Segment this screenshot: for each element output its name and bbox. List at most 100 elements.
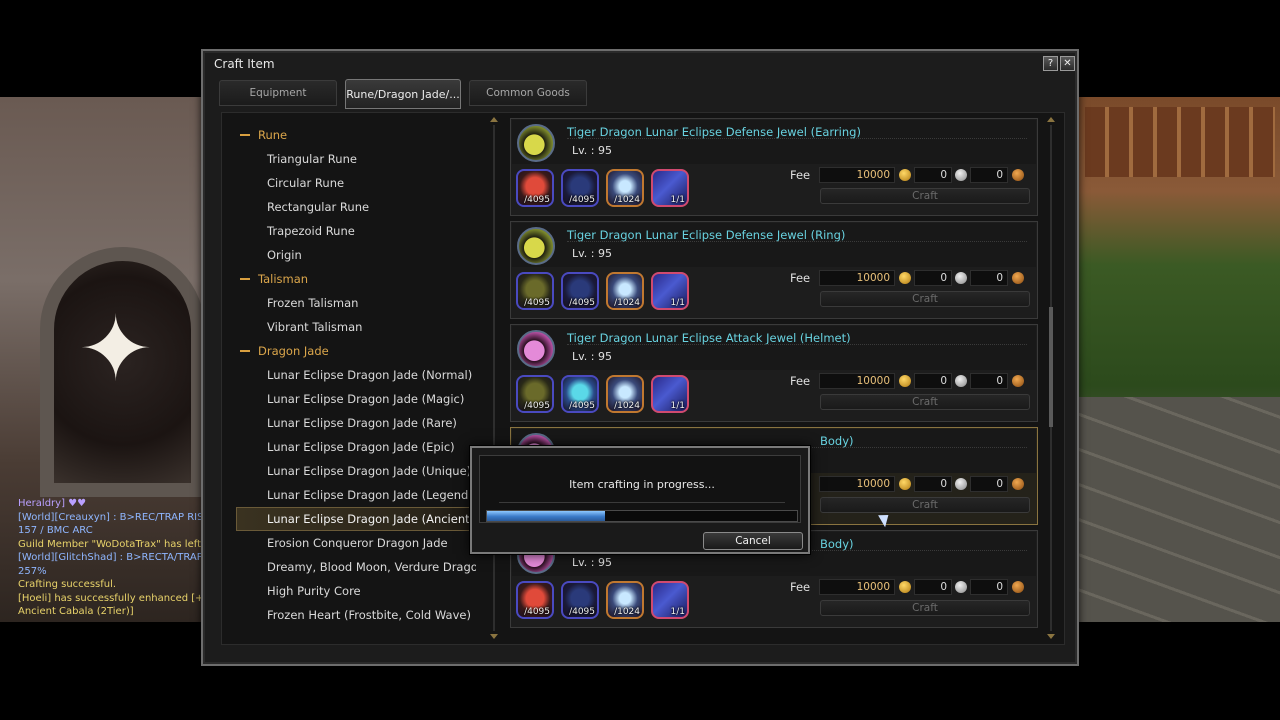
material-quantity: /4095 [524,607,550,617]
recipe-header: Tiger Dragon Lunar Eclipse Defense Jewel… [512,120,1036,164]
tab-equipment[interactable]: Equipment [219,80,337,106]
chat-line: 157 / BMC ARC [18,525,93,536]
craft-button[interactable]: Craft [820,188,1030,204]
scroll-thumb[interactable] [1049,307,1053,427]
list-item[interactable]: Erosion Conqueror Dragon Jade [236,531,476,555]
chat-line: Crafting successful. [18,579,117,590]
list-item[interactable]: Vibrant Talisman [236,315,476,339]
fee-bronze-value: 0 [970,373,1008,389]
list-item-selected[interactable]: Lunar Eclipse Dragon Jade (Ancient) [236,507,476,531]
divider [499,502,785,503]
fee-label: Fee [790,374,811,388]
list-item[interactable]: Lunar Eclipse Dragon Jade (Normal) [236,363,476,387]
fee-silver-value: 0 [914,476,952,492]
collapse-dash-icon [240,134,250,136]
category-rune[interactable]: Rune [236,123,476,147]
recipe-level: Lv. : 95 [572,144,612,157]
gold-coin-icon [899,375,911,387]
list-item[interactable]: Lunar Eclipse Dragon Jade (Epic) [236,435,476,459]
fee-label: Fee [790,271,811,285]
category-talisman[interactable]: Talisman [236,267,476,291]
material-slot[interactable]: 1/1 [651,272,689,310]
scroll-down-icon[interactable] [490,634,498,639]
material-slot[interactable]: /1024 [606,272,644,310]
list-item[interactable]: Lunar Eclipse Dragon Jade (Unique) [236,459,476,483]
list-item[interactable]: Lunar Eclipse Dragon Jade (Magic) [236,387,476,411]
pink-moon-icon[interactable] [517,330,555,368]
recipe-card[interactable]: Tiger Dragon Lunar Eclipse Defense Jewel… [510,221,1038,319]
material-slot[interactable]: /1024 [606,169,644,207]
list-item[interactable]: Trapezoid Rune [236,219,476,243]
list-item[interactable]: Lunar Eclipse Dragon Jade (Rare) [236,411,476,435]
material-quantity: 1/1 [670,401,685,411]
yellow-moon-icon[interactable] [517,124,555,162]
material-slot[interactable]: /4095 [561,375,599,413]
yellow-moon-icon[interactable] [517,227,555,265]
tab-common-goods[interactable]: Common Goods [469,80,587,106]
tab-rune-dragon-jade[interactable]: Rune/Dragon Jade/... [345,79,461,109]
craft-button[interactable]: Craft [820,497,1030,513]
list-item[interactable]: Origin [236,243,476,267]
craft-button[interactable]: Craft [820,394,1030,410]
fee-bronze-value: 0 [970,579,1008,595]
list-item[interactable]: Frozen Heart (Frostbite, Cold Wave) [236,603,476,627]
material-slot[interactable]: /1024 [606,375,644,413]
material-slot[interactable]: 1/1 [651,581,689,619]
cancel-button[interactable]: Cancel [703,532,803,550]
category-label: Rune [258,128,288,142]
fee-gold-value: 10000 [819,476,895,492]
material-slot[interactable]: /1024 [606,581,644,619]
progress-bar [486,510,798,522]
collapse-dash-icon [240,278,250,280]
bronze-coin-icon [1012,375,1024,387]
category-scrollbar[interactable] [489,117,499,639]
list-item[interactable]: High Purity Core [236,579,476,603]
gold-coin-icon [899,581,911,593]
silver-coin-icon [955,375,967,387]
close-button[interactable]: ✕ [1060,56,1075,71]
list-item[interactable]: Dreamy, Blood Moon, Verdure Drago... [236,555,476,579]
divider [567,241,1027,242]
list-item[interactable]: Lunar Eclipse Dragon Jade (Legend) [236,483,476,507]
chat-line: Ancient Cabala (2Tier)] [18,606,134,617]
scroll-up-icon[interactable] [490,117,498,122]
category-label: Dragon Jade [258,344,329,358]
craft-button[interactable]: Craft [820,600,1030,616]
silver-coin-icon [955,478,967,490]
window-title: Craft Item [214,57,275,71]
help-button[interactable]: ? [1043,56,1058,71]
material-quantity: /4095 [569,195,595,205]
material-slot[interactable]: 1/1 [651,375,689,413]
scroll-down-icon[interactable] [1047,634,1055,639]
scene-right-village [1075,97,1280,622]
category-dragon-jade[interactable]: Dragon Jade [236,339,476,363]
material-slot[interactable]: /4095 [516,581,554,619]
fee-silver-value: 0 [914,270,952,286]
material-slot[interactable]: /4095 [516,169,554,207]
material-slot[interactable]: 1/1 [651,169,689,207]
material-quantity: /4095 [524,401,550,411]
scroll-track[interactable] [493,125,495,631]
material-slot[interactable]: /4095 [561,169,599,207]
material-quantity: /4095 [569,607,595,617]
material-slot[interactable]: /4095 [516,272,554,310]
chat-line: Heraldry] ♥♥ [18,498,87,509]
recipe-scrollbar[interactable] [1046,117,1056,639]
list-item[interactable]: Circular Rune [236,171,476,195]
recipe-card[interactable]: Tiger Dragon Lunar Eclipse Defense Jewel… [510,118,1038,216]
material-slot[interactable]: /4095 [561,581,599,619]
silver-coin-icon [955,169,967,181]
material-quantity: 1/1 [670,607,685,617]
chat-line: 257% [18,565,47,577]
divider [567,344,1027,345]
material-slot[interactable]: /4095 [516,375,554,413]
recipe-card[interactable]: Tiger Dragon Lunar Eclipse Attack Jewel … [510,324,1038,422]
scroll-up-icon[interactable] [1047,117,1055,122]
gold-coin-icon [899,272,911,284]
material-quantity: /4095 [524,195,550,205]
list-item[interactable]: Rectangular Rune [236,195,476,219]
list-item[interactable]: Triangular Rune [236,147,476,171]
list-item[interactable]: Frozen Talisman [236,291,476,315]
material-slot[interactable]: /4095 [561,272,599,310]
craft-button[interactable]: Craft [820,291,1030,307]
